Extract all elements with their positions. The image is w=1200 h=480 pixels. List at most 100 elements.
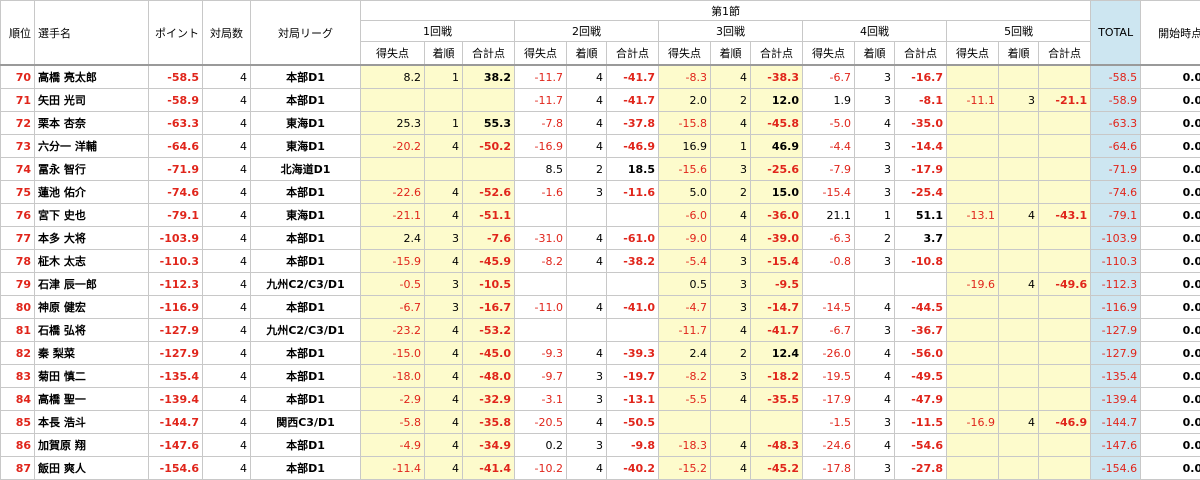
player-name-cell[interactable]: 栗本 杏奈: [35, 112, 149, 135]
table-row[interactable]: 84高橋 聖一-139.44本部D1-2.94-32.9-3.13-13.1-5…: [1, 388, 1200, 411]
league-cell: 九州C2/C3/D1: [251, 273, 361, 296]
round-4-sum-cell: -49.5: [895, 365, 947, 388]
start-cell: 0.0: [1141, 250, 1200, 273]
round-5-place-cell: [999, 181, 1039, 204]
round-2-sum-cell: -41.7: [607, 89, 659, 112]
games-cell: 4: [203, 319, 251, 342]
player-name-cell[interactable]: 菊田 慎二: [35, 365, 149, 388]
round-5-sum-cell: [1039, 250, 1091, 273]
player-name-cell[interactable]: 神原 健宏: [35, 296, 149, 319]
league-cell: 本部D1: [251, 457, 361, 480]
league-cell: 本部D1: [251, 181, 361, 204]
rank-cell: 72: [1, 112, 35, 135]
round-2-place-cell: 4: [567, 457, 607, 480]
points-cell: -116.9: [149, 296, 203, 319]
player-name-cell[interactable]: 高橋 亮太郎: [35, 65, 149, 89]
round-3-place-cell: 3: [711, 273, 751, 296]
round-3-place-cell: 4: [711, 227, 751, 250]
header-round-3: 3回戦: [659, 21, 803, 42]
round-2-sum-cell: -39.3: [607, 342, 659, 365]
round-5-place-cell: 4: [999, 273, 1039, 296]
header-points[interactable]: ポイント: [149, 1, 203, 66]
table-row[interactable]: 74冨永 智行-71.94北海道D18.5218.5-15.63-25.6-7.…: [1, 158, 1200, 181]
league-cell: 本部D1: [251, 342, 361, 365]
round-1-score-cell: 25.3: [361, 112, 425, 135]
round-1-score-cell: -22.6: [361, 181, 425, 204]
round-2-sum-cell: -9.8: [607, 434, 659, 457]
points-cell: -147.6: [149, 434, 203, 457]
round-2-place-cell: 4: [567, 227, 607, 250]
table-row[interactable]: 81石橋 弘将-127.94九州C2/C3/D1-23.24-53.2-11.7…: [1, 319, 1200, 342]
player-name-cell[interactable]: 六分一 洋輔: [35, 135, 149, 158]
player-name-cell[interactable]: 矢田 光司: [35, 89, 149, 112]
rank-cell: 73: [1, 135, 35, 158]
table-row[interactable]: 75蓮池 佑介-74.64本部D1-22.64-52.6-1.63-11.65.…: [1, 181, 1200, 204]
player-name-cell[interactable]: 柾木 太志: [35, 250, 149, 273]
header-start[interactable]: 開始時点: [1141, 1, 1200, 66]
player-name-cell[interactable]: 宮下 史也: [35, 204, 149, 227]
player-name-cell[interactable]: 蓮池 佑介: [35, 181, 149, 204]
round-5-place-cell: 4: [999, 411, 1039, 434]
player-name-cell[interactable]: 本長 浩斗: [35, 411, 149, 434]
player-name-cell[interactable]: 冨永 智行: [35, 158, 149, 181]
player-name-cell[interactable]: 石橋 弘将: [35, 319, 149, 342]
round-5-place-cell: 4: [999, 204, 1039, 227]
round-4-sum-cell: -56.0: [895, 342, 947, 365]
table-row[interactable]: 87飯田 爽人-154.64本部D1-11.44-41.4-10.24-40.2…: [1, 457, 1200, 480]
games-cell: 4: [203, 181, 251, 204]
table-row[interactable]: 76宮下 史也-79.14東海D1-21.14-51.1-6.04-36.021…: [1, 204, 1200, 227]
games-cell: 4: [203, 296, 251, 319]
round-5-sum-cell: -21.1: [1039, 89, 1091, 112]
player-name-cell[interactable]: 本多 大将: [35, 227, 149, 250]
header-player[interactable]: 選手名: [35, 1, 149, 66]
table-row[interactable]: 83菊田 慎二-135.44本部D1-18.04-48.0-9.73-19.7-…: [1, 365, 1200, 388]
player-name-cell[interactable]: 飯田 爽人: [35, 457, 149, 480]
round-1-sum-cell: -10.5: [463, 273, 515, 296]
total-cell: -103.9: [1091, 227, 1141, 250]
rank-cell: 76: [1, 204, 35, 227]
league-cell: 九州C2/C3/D1: [251, 319, 361, 342]
player-name-cell[interactable]: 加賀原 翔: [35, 434, 149, 457]
table-row[interactable]: 72栗本 杏奈-63.34東海D125.3155.3-7.84-37.8-15.…: [1, 112, 1200, 135]
round-4-score-cell: 1.9: [803, 89, 855, 112]
round-5-place-cell: [999, 457, 1039, 480]
round-1-sum-cell: -53.2: [463, 319, 515, 342]
round-3-score-cell: 16.9: [659, 135, 711, 158]
table-row[interactable]: 70高橋 亮太郎-58.54本部D18.2138.2-11.74-41.7-8.…: [1, 65, 1200, 89]
league-cell: 本部D1: [251, 388, 361, 411]
player-name-cell[interactable]: 秦 梨菜: [35, 342, 149, 365]
start-cell: 0.0: [1141, 388, 1200, 411]
player-name-cell[interactable]: 石津 辰一郎: [35, 273, 149, 296]
table-row[interactable]: 71矢田 光司-58.94本部D1-11.74-41.72.0212.01.93…: [1, 89, 1200, 112]
points-cell: -103.9: [149, 227, 203, 250]
table-row[interactable]: 78柾木 太志-110.34本部D1-15.94-45.9-8.24-38.2-…: [1, 250, 1200, 273]
round-3-place-cell: 2: [711, 342, 751, 365]
round-1-score-cell: -0.5: [361, 273, 425, 296]
header-rank[interactable]: 順位: [1, 1, 35, 66]
table-row[interactable]: 80神原 健宏-116.94本部D1-6.73-16.7-11.04-41.0-…: [1, 296, 1200, 319]
start-cell: 0.0: [1141, 158, 1200, 181]
table-row[interactable]: 86加賀原 翔-147.64本部D1-4.94-34.90.23-9.8-18.…: [1, 434, 1200, 457]
header-r3-place: 着順: [711, 42, 751, 66]
games-cell: 4: [203, 135, 251, 158]
round-2-place-cell: 3: [567, 365, 607, 388]
header-total[interactable]: TOTAL: [1091, 1, 1141, 66]
round-4-place-cell: 2: [855, 227, 895, 250]
header-games[interactable]: 対局数: [203, 1, 251, 66]
round-1-sum-cell: -45.0: [463, 342, 515, 365]
table-row[interactable]: 82秦 梨菜-127.94本部D1-15.04-45.0-9.34-39.32.…: [1, 342, 1200, 365]
round-1-score-cell: [361, 158, 425, 181]
round-4-sum-cell: -14.4: [895, 135, 947, 158]
player-name-cell[interactable]: 高橋 聖一: [35, 388, 149, 411]
table-row[interactable]: 79石津 辰一郎-112.34九州C2/C3/D1-0.53-10.50.53-…: [1, 273, 1200, 296]
header-league[interactable]: 対局リーグ: [251, 1, 361, 66]
round-3-score-cell: 2.0: [659, 89, 711, 112]
league-cell: 本部D1: [251, 434, 361, 457]
round-5-place-cell: [999, 227, 1039, 250]
round-2-score-cell: -11.0: [515, 296, 567, 319]
round-4-score-cell: -5.0: [803, 112, 855, 135]
round-5-score-cell: [947, 158, 999, 181]
table-row[interactable]: 85本長 浩斗-144.74関西C3/D1-5.84-35.8-20.54-50…: [1, 411, 1200, 434]
table-row[interactable]: 73六分一 洋輔-64.64東海D1-20.24-50.2-16.94-46.9…: [1, 135, 1200, 158]
table-row[interactable]: 77本多 大将-103.94本部D12.43-7.6-31.04-61.0-9.…: [1, 227, 1200, 250]
